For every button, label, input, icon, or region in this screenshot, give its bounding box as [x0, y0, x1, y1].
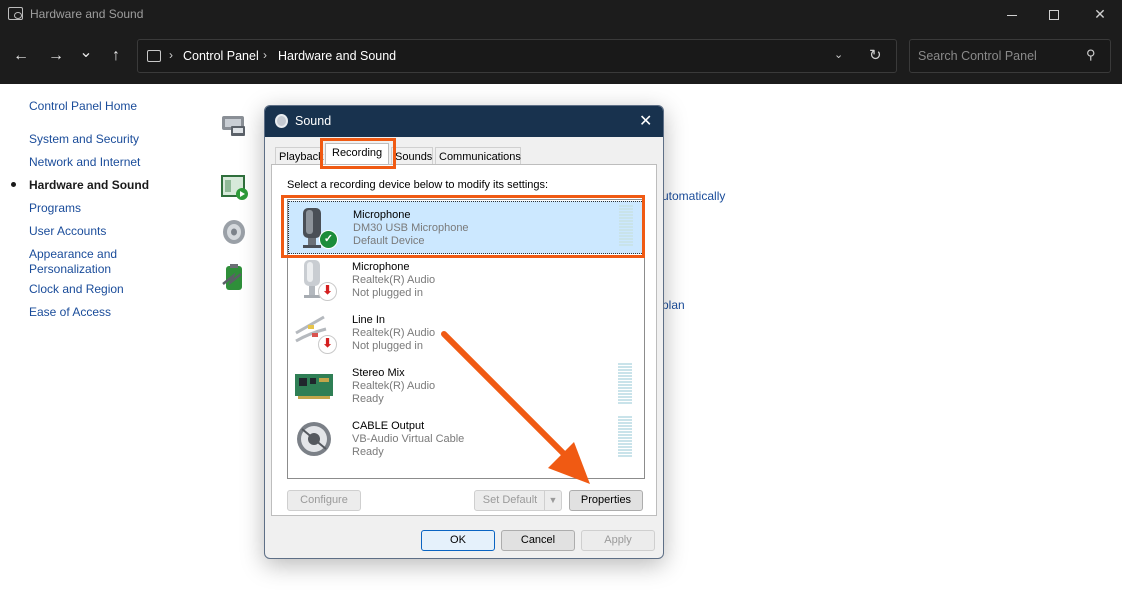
device-name: CABLE Output	[352, 420, 425, 432]
cable-output-icon	[297, 422, 331, 456]
configure-button[interactable]: Configure	[287, 490, 361, 511]
unplugged-down-arrow-icon: ⬇	[318, 335, 337, 354]
window-title: Hardware and Sound	[30, 7, 144, 21]
navigation-bar: ← → ⌄ ↑ › Control Panel › Hardware and S…	[0, 28, 1122, 84]
recording-tab-highlight-box	[320, 138, 396, 169]
up-button[interactable]: ↑	[104, 44, 128, 68]
device-name: Line In	[352, 314, 386, 326]
device-status: Not plugged in	[352, 340, 423, 352]
device-status: Not plugged in	[352, 287, 423, 299]
unplugged-down-arrow-icon: ⬇	[318, 282, 337, 301]
maximize-icon	[1049, 10, 1059, 21]
sidebar-item-user-accounts[interactable]: User Accounts	[29, 224, 106, 239]
forward-button[interactable]: →	[44, 44, 68, 68]
chevron-down-icon[interactable]: ⌄	[834, 48, 843, 61]
apply-button[interactable]: Apply	[581, 530, 655, 551]
list-item-stereo-mix[interactable]: Stereo Mix Realtek(R) Audio Ready	[288, 360, 644, 413]
chevron-right-icon: ›	[169, 48, 173, 62]
sound-card-icon	[295, 374, 333, 399]
chevron-down-icon[interactable]: ▼	[544, 491, 561, 510]
search-icon[interactable]: ⚲	[1086, 47, 1096, 63]
device-status: Ready	[352, 393, 384, 405]
sidebar-item-programs[interactable]: Programs	[29, 201, 81, 216]
device-description: Realtek(R) Audio	[352, 380, 436, 392]
close-button[interactable]: ✕	[1076, 0, 1122, 28]
instruction-text: Select a recording device below to modif…	[287, 179, 549, 191]
sound-icon	[275, 114, 288, 128]
speaker-icon[interactable]	[219, 217, 249, 247]
autoplay-icon[interactable]	[219, 172, 249, 202]
device-description: Realtek(R) Audio	[352, 327, 436, 339]
control-panel-icon	[147, 50, 161, 62]
power-options-icon[interactable]	[219, 262, 249, 292]
autoplay-link-partial[interactable]: utomatically	[662, 189, 725, 203]
level-meter	[618, 363, 632, 405]
active-bullet-icon	[11, 182, 16, 187]
tab-sounds[interactable]: Sounds	[391, 147, 433, 165]
search-input[interactable]	[918, 48, 1078, 64]
sound-dialog: Sound ✕ Playback Recording Sounds Commun…	[264, 105, 664, 559]
minimize-button[interactable]	[988, 0, 1036, 28]
list-item-microphone-realtek[interactable]: ⬇ Microphone Realtek(R) Audio Not plugge…	[288, 254, 644, 307]
device-status: Ready	[352, 446, 384, 458]
sidebar-item-appearance-and-personalization[interactable]: Appearance and Personalization	[29, 247, 129, 277]
device-description: Realtek(R) Audio	[352, 274, 436, 286]
sidebar-item-network-and-internet[interactable]: Network and Internet	[29, 155, 140, 170]
set-default-button[interactable]: Set Default ▼	[474, 490, 562, 511]
device-name: Stereo Mix	[352, 367, 405, 379]
properties-button[interactable]: Properties	[569, 490, 643, 511]
control-panel-icon	[8, 7, 23, 20]
cancel-button[interactable]: Cancel	[501, 530, 575, 551]
list-item-line-in[interactable]: ⬇ Line In Realtek(R) Audio Not plugged i…	[288, 307, 644, 360]
breadcrumb-control-panel[interactable]: Control Panel	[183, 49, 259, 63]
ok-button[interactable]: OK	[421, 530, 495, 551]
refresh-icon[interactable]: ↻	[869, 46, 882, 64]
maximize-button[interactable]	[1030, 0, 1078, 28]
dialog-close-icon[interactable]: ✕	[639, 111, 652, 131]
sidebar-item-control-panel-home[interactable]: Control Panel Home	[29, 99, 137, 114]
minimize-icon	[1007, 14, 1017, 16]
level-meter	[618, 416, 632, 458]
recent-locations-button[interactable]: ⌄	[74, 41, 98, 65]
tab-playback[interactable]: Playback	[275, 147, 324, 165]
sidebar-item-system-and-security[interactable]: System and Security	[29, 132, 139, 147]
set-default-label: Set Default	[482, 494, 538, 506]
list-item-cable-output[interactable]: CABLE Output VB-Audio Virtual Cable Read…	[288, 413, 644, 466]
sidebar-item-ease-of-access[interactable]: Ease of Access	[29, 305, 111, 320]
power-plan-link-partial[interactable]: plan	[662, 298, 685, 312]
search-box[interactable]: ⚲	[909, 39, 1111, 73]
breadcrumb-hardware-and-sound[interactable]: Hardware and Sound	[278, 49, 396, 63]
device-description: VB-Audio Virtual Cable	[352, 433, 465, 445]
sidebar-item-clock-and-region[interactable]: Clock and Region	[29, 282, 124, 297]
title-bar: Hardware and Sound ✕	[0, 0, 1122, 28]
device-name: Microphone	[352, 261, 410, 273]
devices-and-printers-icon[interactable]	[219, 110, 249, 140]
chevron-right-icon: ›	[263, 48, 267, 62]
sidebar-item-hardware-and-sound[interactable]: Hardware and Sound	[29, 178, 149, 193]
dialog-title-bar: Sound ✕	[265, 106, 663, 137]
dialog-title: Sound	[295, 114, 332, 128]
tab-communications[interactable]: Communications	[435, 147, 521, 165]
back-button[interactable]: ←	[9, 44, 33, 68]
selected-device-highlight-box	[281, 195, 645, 258]
address-bar[interactable]: › Control Panel › Hardware and Sound ⌄ ↻	[137, 39, 897, 73]
